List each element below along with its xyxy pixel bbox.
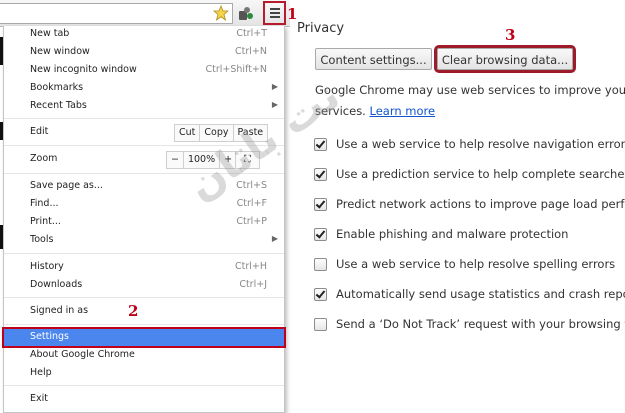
menu-item-label: New tab (30, 28, 70, 39)
menu-item-exit[interactable]: Exit (4, 391, 284, 408)
menu-item-tools[interactable]: Tools ▶ (4, 232, 284, 249)
privacy-option-row[interactable]: Use a prediction service to help complet… (314, 167, 625, 183)
privacy-section-heading: Privacy (297, 21, 345, 36)
menu-separator (4, 253, 284, 254)
menu-shortcut: Ctrl+Shift+N (205, 64, 267, 75)
submenu-arrow-icon: ▶ (271, 234, 278, 243)
privacy-option-row[interactable]: Send a ‘Do Not Track’ request with your … (314, 317, 625, 333)
privacy-option-checkbox[interactable] (314, 288, 327, 301)
menu-item-label: Downloads (30, 279, 83, 290)
menu-item-settings[interactable]: Settings (2, 327, 286, 348)
menu-item-recent-tabs[interactable]: Recent Tabs ▶ (4, 98, 284, 115)
menu-item-downloads[interactable]: Downloads Ctrl+J (4, 277, 284, 294)
menu-item-label: History (30, 261, 64, 272)
privacy-option-row[interactable]: Enable phishing and malware protection (314, 227, 625, 243)
menu-item-label: Tools (30, 234, 54, 245)
privacy-description: Google Chrome may use web services to im… (315, 80, 625, 122)
privacy-option-row[interactable]: Predict network actions to improve page … (314, 197, 625, 213)
menu-item-print[interactable]: Print... Ctrl+P (4, 214, 284, 231)
privacy-option-row[interactable]: Automatically send usage statistics and … (314, 287, 625, 303)
privacy-option-checkbox[interactable] (314, 318, 327, 331)
browser-toolbar (0, 0, 290, 27)
privacy-option-checkbox[interactable] (314, 228, 327, 241)
privacy-option-label: Enable phishing and malware protection (336, 227, 569, 241)
privacy-option-label: Send a ‘Do Not Track’ request with your … (336, 317, 625, 331)
menu-item-label: Find... (30, 198, 59, 209)
menu-separator (4, 297, 284, 298)
menu-item-new-window[interactable]: New window Ctrl+N (4, 44, 284, 61)
menu-bar-icon (270, 12, 280, 14)
privacy-option-row[interactable]: Use a web service to help resolve spelli… (314, 257, 625, 273)
menu-item-history[interactable]: History Ctrl+H (4, 259, 284, 276)
submenu-arrow-icon: ▶ (271, 82, 278, 91)
privacy-option-label: Automatically send usage statistics and … (336, 287, 625, 301)
annotation-step-1: 1 (287, 5, 298, 23)
learn-more-link[interactable]: Learn more (370, 104, 436, 118)
menu-item-bookmarks[interactable]: Bookmarks ▶ (4, 80, 284, 97)
menu-shortcut: Ctrl+T (236, 28, 267, 39)
menu-item-find[interactable]: Find... Ctrl+F (4, 196, 284, 213)
menu-item-label: New window (30, 46, 90, 57)
menu-separator (4, 385, 284, 386)
menu-shortcut: Ctrl+P (236, 216, 267, 227)
menu-item-new-incognito-window[interactable]: New incognito window Ctrl+Shift+N (4, 62, 284, 79)
zoom-out-button[interactable]: − (167, 152, 184, 168)
privacy-option-checkbox[interactable] (314, 138, 327, 151)
privacy-option-row[interactable]: Use a web service to help resolve naviga… (314, 137, 625, 153)
privacy-option-checkbox[interactable] (314, 168, 327, 181)
privacy-description-line2: services. Learn more (315, 101, 625, 122)
privacy-option-label: Use a prediction service to help complet… (336, 167, 625, 181)
menu-shortcut: Ctrl+F (236, 198, 267, 209)
menu-item-label: Signed in as (30, 305, 89, 316)
annotation-step-3: 3 (505, 26, 516, 44)
menu-item-label: Zoom (30, 153, 58, 164)
privacy-option-label: Predict network actions to improve page … (336, 197, 625, 211)
bookmark-star-icon[interactable] (213, 5, 229, 21)
privacy-option-checkbox[interactable] (314, 198, 327, 211)
content-settings-button[interactable]: Content settings... (315, 48, 432, 70)
annotation-step-2: 2 (128, 302, 139, 320)
menu-shortcut: Ctrl+J (239, 279, 267, 290)
menu-item-help[interactable]: Help (4, 365, 284, 382)
menu-item-label: Exit (30, 393, 48, 404)
privacy-option-checkbox[interactable] (314, 258, 327, 271)
extension-icon[interactable] (237, 5, 255, 23)
menu-bar-icon (270, 8, 280, 10)
privacy-description-line1: Google Chrome may use web services to im… (315, 83, 625, 97)
menu-item-label: Save page as... (30, 180, 103, 191)
menu-item-label: Recent Tabs (30, 100, 87, 111)
clear-browsing-data-button[interactable]: Clear browsing data... (434, 45, 576, 73)
menu-item-label: Settings (30, 331, 69, 342)
menu-item-signed-in[interactable]: Signed in as (4, 303, 284, 320)
menu-item-new-tab[interactable]: New tab Ctrl+T (4, 26, 284, 43)
privacy-option-label: Use a web service to help resolve spelli… (336, 257, 616, 271)
chrome-menu-button[interactable] (263, 1, 286, 25)
menu-item-label: Edit (30, 126, 49, 137)
menu-shortcut: Ctrl+H (234, 261, 267, 272)
menu-item-label: Help (30, 367, 52, 378)
menu-separator (4, 118, 284, 119)
menu-bar-icon (270, 16, 280, 18)
menu-item-label: About Google Chrome (30, 349, 135, 360)
chrome-menu: New tab Ctrl+T New window Ctrl+N New inc… (2, 26, 286, 413)
privacy-option-label: Use a web service to help resolve naviga… (336, 137, 625, 151)
menu-item-label: New incognito window (30, 64, 137, 75)
menu-item-label: Print... (30, 216, 61, 227)
omnibox[interactable] (0, 3, 233, 24)
menu-separator (4, 324, 284, 325)
menu-shortcut: Ctrl+N (235, 46, 267, 57)
menu-item-about-chrome[interactable]: About Google Chrome (4, 347, 284, 364)
menu-item-label: Bookmarks (30, 82, 84, 93)
cut-button[interactable]: Cut (175, 125, 201, 141)
